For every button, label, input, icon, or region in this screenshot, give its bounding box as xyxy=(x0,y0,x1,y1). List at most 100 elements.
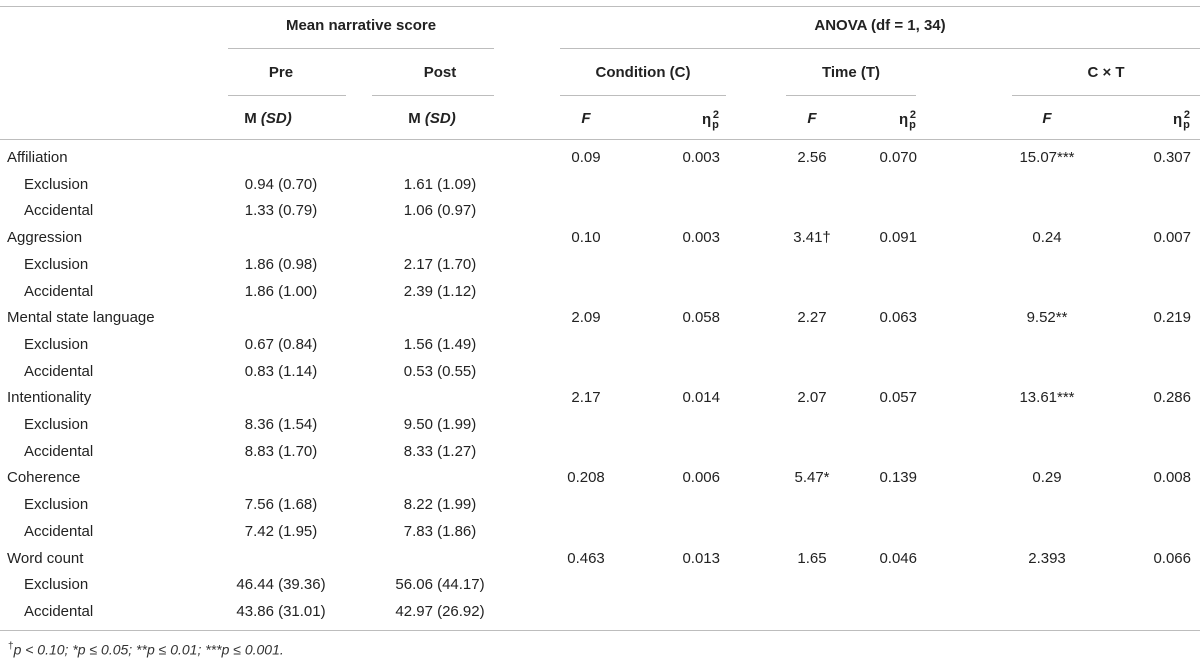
cell-cf: 0.09 xyxy=(571,149,601,166)
header-bottom-rule xyxy=(0,139,1200,140)
cell-pre: 0.83 (1.14) xyxy=(244,363,318,380)
cell-cf: 2.09 xyxy=(571,309,601,326)
cell-xf: 0.24 xyxy=(1032,229,1062,246)
cell-ce: 0.013 xyxy=(682,550,720,567)
results-table: Mean narrative score ANOVA (df = 1, 34) … xyxy=(0,0,1200,665)
cell-pre: 7.56 (1.68) xyxy=(244,496,318,513)
cell-post: 1.61 (1.09) xyxy=(403,176,477,193)
cell-pre: 1.86 (1.00) xyxy=(244,283,318,300)
cell-te: 0.046 xyxy=(879,550,917,567)
cell-xe: 0.219 xyxy=(1153,309,1191,326)
header-post: Post xyxy=(423,64,457,81)
cell-pre: 0.94 (0.70) xyxy=(244,176,318,193)
cell-te: 0.070 xyxy=(879,149,917,166)
anova-group-rule xyxy=(560,48,1200,49)
row-sub-label: Accidental xyxy=(24,363,94,380)
header-interaction-f: F xyxy=(1042,110,1052,127)
row-sub-label: Accidental xyxy=(24,603,94,620)
header-time-eta: ηp2 xyxy=(899,106,916,134)
cell-xf: 0.29 xyxy=(1032,469,1062,486)
row-sub-label: Exclusion xyxy=(24,576,89,593)
row-sub-label: Exclusion xyxy=(24,416,89,433)
interaction-rule xyxy=(1012,95,1200,96)
eta-symbol: η xyxy=(701,111,712,128)
cell-post: 8.22 (1.99) xyxy=(403,496,477,513)
row-sub-label: Exclusion xyxy=(24,176,89,193)
header-interaction-eta: ηp2 xyxy=(1173,106,1190,134)
cell-xe: 0.286 xyxy=(1153,389,1191,406)
cell-pre: 43.86 (31.01) xyxy=(236,603,326,620)
row-measure-label: Coherence xyxy=(7,469,81,486)
header-condition: Condition (C) xyxy=(595,64,691,81)
cell-post: 8.33 (1.27) xyxy=(403,443,477,460)
condition-rule xyxy=(560,95,726,96)
eta-symbol: η xyxy=(1172,111,1183,128)
cell-cf: 2.17 xyxy=(571,389,601,406)
cell-ce: 0.003 xyxy=(682,149,720,166)
cell-te: 0.139 xyxy=(879,469,917,486)
cell-pre: 7.42 (1.95) xyxy=(244,523,318,540)
header-pre: Pre xyxy=(268,64,294,81)
cell-tf: 3.41† xyxy=(793,229,831,246)
cell-pre: 1.33 (0.79) xyxy=(244,202,318,219)
row-sub-label: Accidental xyxy=(24,443,94,460)
header-mean-narrative-score: Mean narrative score xyxy=(285,17,437,34)
cell-tf: 1.65 xyxy=(797,550,827,567)
cell-post: 0.53 (0.55) xyxy=(403,363,477,380)
cell-xf: 9.52** xyxy=(1026,309,1068,326)
header-condition-eta: ηp2 xyxy=(702,106,719,134)
footnote-text: p < 0.10; *p ≤ 0.05; **p ≤ 0.01; ***p ≤ … xyxy=(13,641,284,658)
cell-post: 2.39 (1.12) xyxy=(403,283,477,300)
post-rule xyxy=(372,95,494,96)
row-sub-label: Accidental xyxy=(24,283,94,300)
row-sub-label: Accidental xyxy=(24,523,94,540)
row-sub-label: Accidental xyxy=(24,202,94,219)
cell-pre: 0.67 (0.84) xyxy=(244,336,318,353)
row-measure-label: Mental state language xyxy=(7,309,155,326)
cell-post: 9.50 (1.99) xyxy=(403,416,477,433)
cell-pre: 46.44 (39.36) xyxy=(236,576,326,593)
cell-xe: 0.307 xyxy=(1153,149,1191,166)
cell-xe: 0.066 xyxy=(1153,550,1191,567)
cell-ce: 0.058 xyxy=(682,309,720,326)
mean-group-rule xyxy=(228,48,494,49)
cell-ce: 0.006 xyxy=(682,469,720,486)
cell-ce: 0.014 xyxy=(682,389,720,406)
bottom-rule xyxy=(0,630,1200,631)
cell-te: 0.057 xyxy=(879,389,917,406)
eta-sup: 2 xyxy=(1183,109,1190,121)
cell-post: 42.97 (26.92) xyxy=(395,603,485,620)
header-post-m-sd: M (SD) xyxy=(408,110,456,128)
header-time: Time (T) xyxy=(821,64,881,81)
top-rule xyxy=(0,6,1200,7)
sd-label: (SD) xyxy=(424,110,456,127)
cell-post: 56.06 (44.17) xyxy=(395,576,485,593)
m-label: M xyxy=(408,110,425,127)
cell-xf: 2.393 xyxy=(1028,550,1066,567)
cell-cf: 0.463 xyxy=(567,550,605,567)
cell-xf: 13.61*** xyxy=(1019,389,1075,406)
cell-pre: 8.83 (1.70) xyxy=(244,443,318,460)
cell-post: 1.56 (1.49) xyxy=(403,336,477,353)
eta-symbol: η xyxy=(898,111,909,128)
m-label: M xyxy=(244,110,261,127)
table-footnote: †p < 0.10; *p ≤ 0.05; **p ≤ 0.01; ***p ≤… xyxy=(8,641,284,658)
cell-post: 2.17 (1.70) xyxy=(403,256,477,273)
row-sub-label: Exclusion xyxy=(24,336,89,353)
cell-post: 1.06 (0.97) xyxy=(403,202,477,219)
header-anova: ANOVA (df = 1, 34) xyxy=(814,17,946,34)
cell-xf: 15.07*** xyxy=(1019,149,1075,166)
pre-rule xyxy=(228,95,346,96)
row-sub-label: Exclusion xyxy=(24,256,89,273)
cell-ce: 0.003 xyxy=(682,229,720,246)
row-measure-label: Aggression xyxy=(7,229,83,246)
cell-cf: 0.10 xyxy=(571,229,601,246)
cell-xe: 0.008 xyxy=(1153,469,1191,486)
row-measure-label: Intentionality xyxy=(7,389,92,406)
cell-cf: 0.208 xyxy=(567,469,605,486)
cell-tf: 2.27 xyxy=(797,309,827,326)
header-condition-f: F xyxy=(581,110,591,127)
cell-te: 0.091 xyxy=(879,229,917,246)
eta-sup: 2 xyxy=(909,109,916,121)
cell-pre: 1.86 (0.98) xyxy=(244,256,318,273)
